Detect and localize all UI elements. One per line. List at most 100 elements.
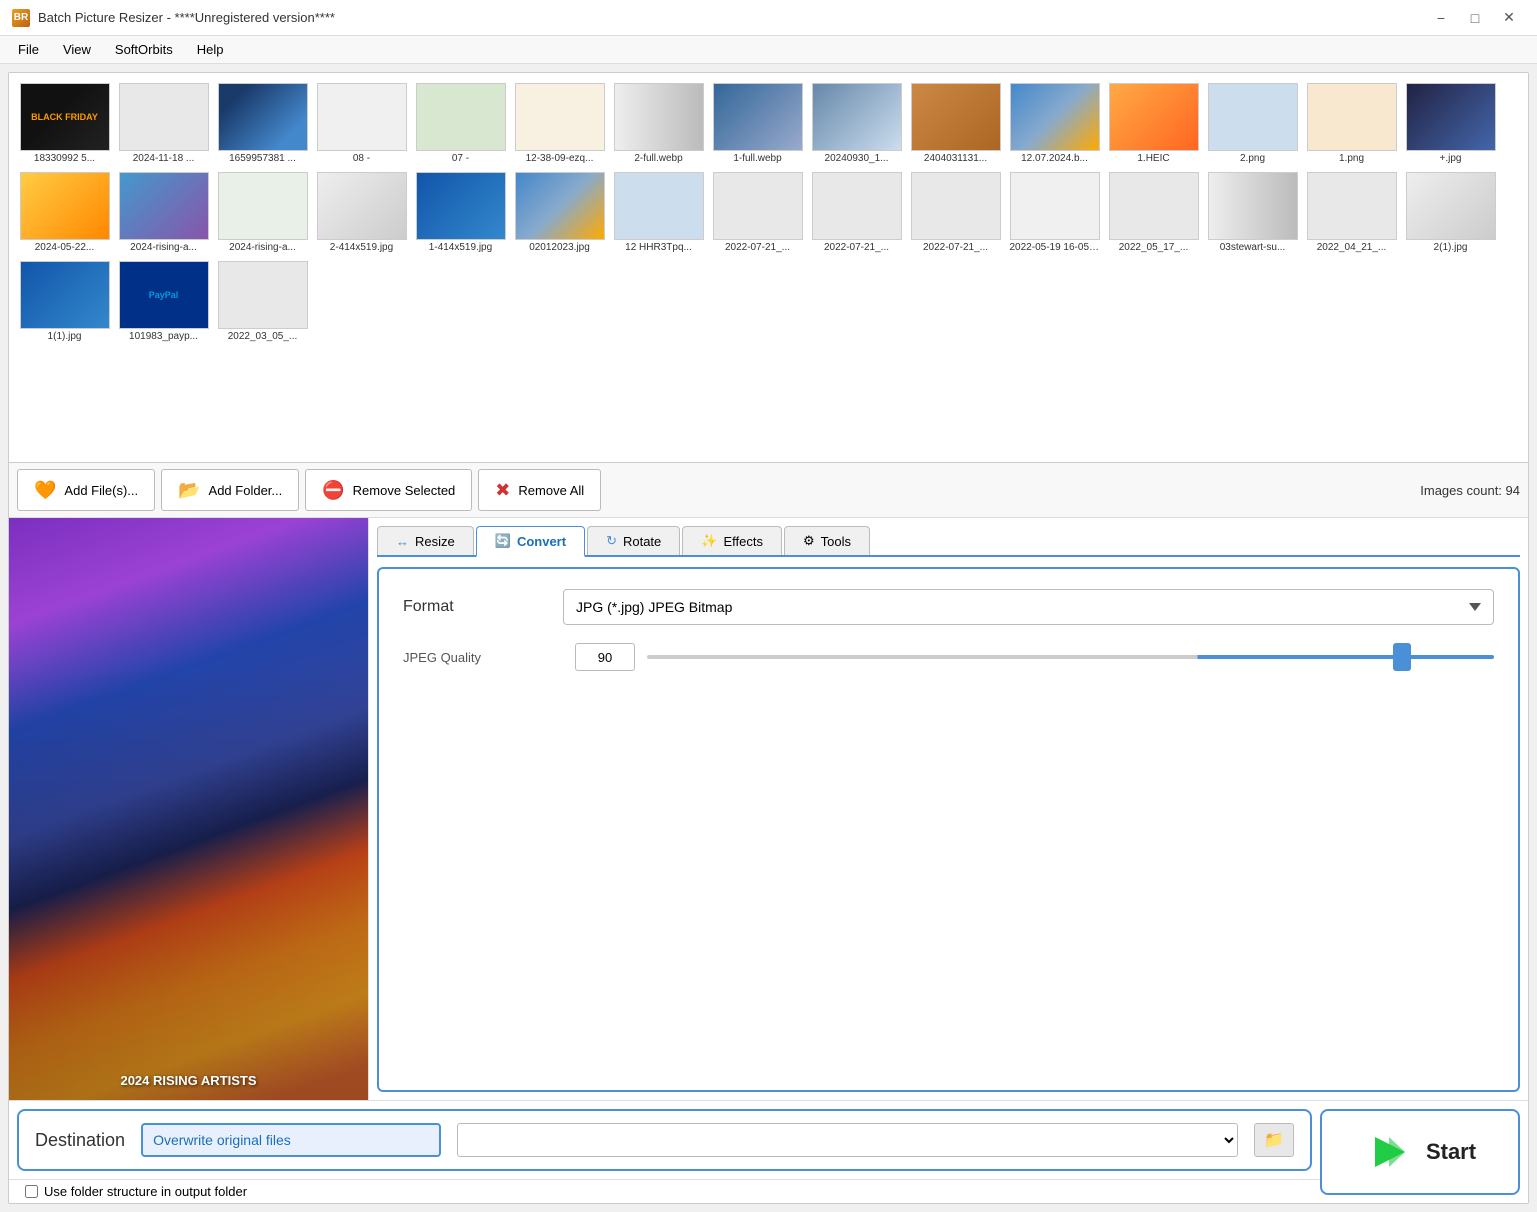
tab-resize[interactable]: ↔ Resize (377, 526, 474, 555)
thumbnail-label: 2024-rising-a... (119, 242, 209, 253)
thumbnail-image (416, 172, 506, 240)
preview-image: 2024 RISING ARTISTS (9, 518, 368, 1100)
window-title: Batch Picture Resizer - ****Unregistered… (38, 10, 335, 25)
tab-tools[interactable]: ⚙ Tools (784, 526, 870, 555)
add-folder-button[interactable]: 📂 Add Folder... (161, 469, 299, 511)
tools-icon: ⚙ (803, 533, 815, 549)
remove-selected-label: Remove Selected (353, 483, 456, 498)
tab-effects[interactable]: ✨ Effects (682, 526, 782, 555)
thumbnail-item[interactable]: BLACK FRIDAY 18330992 5... (17, 81, 112, 166)
bottom-section: 2024 RISING ARTISTS ↔ Resize 🔄 Convert ↻… (9, 518, 1528, 1100)
remove-all-button[interactable]: ✖ Remove All (478, 469, 601, 511)
thumbnail-image (713, 83, 803, 151)
thumbnail-item[interactable]: 2024-rising-a... (116, 170, 211, 255)
thumbnail-label: 12.07.2024.b... (1010, 153, 1100, 164)
destination-combo[interactable] (457, 1123, 1238, 1157)
thumbnail-item[interactable]: 2024-11-18 ... (116, 81, 211, 166)
thumbnail-item[interactable]: 08 - (314, 81, 409, 166)
thumbnail-item[interactable]: 2404031131... (908, 81, 1003, 166)
thumbnail-item[interactable]: 2022-07-21_... (710, 170, 805, 255)
thumbnail-label: 1.png (1307, 153, 1397, 164)
thumbnail-item[interactable]: 2022-05-19 16-05-59 (1007, 170, 1102, 255)
thumbnail-item[interactable]: 1-414x519.jpg (413, 170, 508, 255)
add-files-icon: 🧡 (34, 480, 56, 501)
folder-structure-checkbox[interactable] (25, 1185, 38, 1198)
remove-all-label: Remove All (518, 483, 584, 498)
thumbnail-item[interactable]: 12.07.2024.b... (1007, 81, 1102, 166)
thumbnail-item[interactable]: 1.png (1304, 81, 1399, 166)
thumbnail-item[interactable]: 2-414x519.jpg (314, 170, 409, 255)
menu-softorbits[interactable]: SoftOrbits (105, 38, 183, 61)
thumbnail-image (515, 83, 605, 151)
thumbnail-label: 2024-05-22... (20, 242, 110, 253)
start-button[interactable]: Start (1364, 1128, 1476, 1176)
thumbnail-item[interactable]: 2022-07-21_... (908, 170, 1003, 255)
maximize-button[interactable]: □ (1459, 4, 1491, 32)
thumbnail-item[interactable]: 2022_03_05_... (215, 259, 310, 344)
thumbnail-label: 03stewart-su... (1208, 242, 1298, 253)
thumbnail-label: 1(1).jpg (20, 331, 110, 342)
browse-icon: 📁 (1264, 1130, 1284, 1150)
add-files-button[interactable]: 🧡 Add File(s)... (17, 469, 155, 511)
thumbnail-item[interactable]: 2-full.webp (611, 81, 706, 166)
thumbnail-item[interactable]: 03stewart-su... (1205, 170, 1300, 255)
jpeg-quality-input[interactable] (575, 643, 635, 671)
thumbnail-item[interactable]: +.jpg (1403, 81, 1498, 166)
thumbnail-image (317, 83, 407, 151)
remove-selected-icon: ⛔ (322, 480, 344, 501)
thumbnail-label: 2024-rising-a... (218, 242, 308, 253)
app-icon: BR (12, 9, 30, 27)
file-grid[interactable]: BLACK FRIDAY18330992 5...2024-11-18 ...1… (9, 73, 1528, 463)
start-panel: Start (1320, 1109, 1520, 1195)
format-select[interactable]: JPG (*.jpg) JPEG Bitmap PNG (*.png) Port… (563, 589, 1494, 625)
browse-button[interactable]: 📁 (1254, 1123, 1294, 1157)
thumbnail-item[interactable]: 2022_05_17_... (1106, 170, 1201, 255)
thumbnail-label: 12 HHR3Tpq... (614, 242, 704, 253)
thumbnail-item[interactable]: 2.png (1205, 81, 1300, 166)
thumbnail-label: 07 - (416, 153, 506, 164)
thumbnail-image: BLACK FRIDAY (20, 83, 110, 151)
thumbnail-item[interactable]: PayPal101983_payp... (116, 259, 211, 344)
menu-file[interactable]: File (8, 38, 49, 61)
minimize-button[interactable]: − (1425, 4, 1457, 32)
thumbnail-item[interactable]: 20240930_1... (809, 81, 904, 166)
thumbnail-item[interactable]: 02012023.jpg (512, 170, 607, 255)
thumbnail-label: 2(1).jpg (1406, 242, 1496, 253)
menu-help[interactable]: Help (187, 38, 234, 61)
thumbnail-image (1307, 83, 1397, 151)
thumbnail-item[interactable]: 2024-rising-a... (215, 170, 310, 255)
thumbnail-item[interactable]: 2022_04_21_... (1304, 170, 1399, 255)
destination-input[interactable] (141, 1123, 441, 1157)
thumbnail-item[interactable]: 1(1).jpg (17, 259, 112, 344)
thumbnail-label: 2022-05-19 16-05-59 (1010, 242, 1100, 253)
thumbnail-label: 2022_04_21_... (1307, 242, 1397, 253)
menu-bar: File View SoftOrbits Help (0, 36, 1537, 64)
remove-selected-button[interactable]: ⛔ Remove Selected (305, 469, 472, 511)
thumbnail-label: 18330992 5... (20, 153, 110, 164)
thumbnail-item[interactable]: 2(1).jpg (1403, 170, 1498, 255)
thumbnail-image (614, 83, 704, 151)
close-button[interactable]: ✕ (1493, 4, 1525, 32)
menu-view[interactable]: View (53, 38, 101, 61)
thumbnail-item[interactable]: 1-full.webp (710, 81, 805, 166)
thumbnail-image (812, 172, 902, 240)
thumbnail-image (614, 172, 704, 240)
thumbnail-item[interactable]: 2024-05-22... (17, 170, 112, 255)
start-section: Start (1320, 1101, 1528, 1203)
tab-rotate[interactable]: ↻ Rotate (587, 526, 680, 555)
start-icon (1364, 1128, 1412, 1176)
thumbnail-item[interactable]: 12-38-09-ezq... (512, 81, 607, 166)
jpeg-quality-slider[interactable] (647, 655, 1494, 659)
thumbnail-image (1010, 83, 1100, 151)
thumbnail-item[interactable]: 12 HHR3Tpq... (611, 170, 706, 255)
thumbnail-item[interactable]: 1.HEIC (1106, 81, 1201, 166)
remove-all-icon: ✖ (495, 480, 510, 501)
thumbnail-item[interactable]: 07 - (413, 81, 508, 166)
thumbnail-item[interactable]: 2022-07-21_... (809, 170, 904, 255)
thumbnail-image (1208, 83, 1298, 151)
tab-convert[interactable]: 🔄 Convert (476, 526, 585, 557)
bottom-area: Destination 📁 Use folder structure in ou… (9, 1100, 1528, 1203)
resize-icon: ↔ (396, 534, 409, 549)
format-row: Format JPG (*.jpg) JPEG Bitmap PNG (*.pn… (403, 589, 1494, 625)
thumbnail-item[interactable]: 1659957381 ... (215, 81, 310, 166)
